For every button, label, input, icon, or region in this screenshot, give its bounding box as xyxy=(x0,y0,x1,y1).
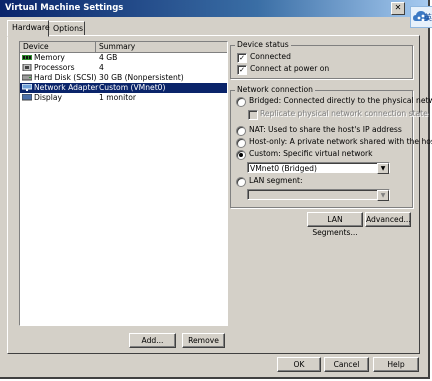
device-status-group: Device status ✓ Connected ✓ Connect at p… xyxy=(230,40,413,79)
device-list[interactable]: Device Summary Memory 4 GB Processors 4 … xyxy=(19,41,228,326)
ime-indicator: 英 xyxy=(424,13,432,22)
device-name: Hard Disk (SCSI) xyxy=(34,73,97,82)
host-only-radio[interactable] xyxy=(236,138,246,148)
ok-button[interactable]: OK xyxy=(277,357,321,372)
lan-segment-select[interactable]: ▼ xyxy=(247,189,390,201)
bridged-label[interactable]: Bridged: Connected directly to the physi… xyxy=(249,96,432,105)
lan-segments-button[interactable]: LAN Segments... xyxy=(307,212,363,237)
hardware-panel: Device Summary Memory 4 GB Processors 4 … xyxy=(7,35,432,354)
column-summary[interactable]: Summary xyxy=(96,42,227,52)
device-summary: 1 monitor xyxy=(99,93,136,102)
device-name: Processors xyxy=(34,63,75,72)
add-button[interactable]: Add... xyxy=(129,333,176,348)
display-icon xyxy=(21,93,33,101)
nat-radio[interactable] xyxy=(236,126,246,136)
device-name: Memory xyxy=(34,53,65,62)
close-button[interactable]: ✕ xyxy=(391,2,405,15)
title-bar[interactable]: Virtual Machine Settings ✕ xyxy=(0,0,428,17)
processor-icon xyxy=(22,63,32,72)
help-button[interactable]: Help xyxy=(373,357,419,372)
tab-hardware[interactable]: Hardware xyxy=(7,20,50,37)
tab-options[interactable]: Options xyxy=(48,21,85,36)
virtual-machine-settings-window: Virtual Machine Settings ✕ 英 Hardware Op… xyxy=(0,0,432,379)
column-device[interactable]: Device xyxy=(20,42,96,52)
device-summary: 4 GB xyxy=(99,53,118,62)
connect-at-power-on-checkbox[interactable]: ✓ xyxy=(237,65,247,75)
connected-checkbox[interactable]: ✓ xyxy=(237,53,247,63)
device-status-title: Device status xyxy=(235,40,291,49)
bridged-radio[interactable] xyxy=(236,97,246,107)
device-summary: 4 xyxy=(99,63,104,72)
connected-label[interactable]: Connected xyxy=(250,52,291,61)
custom-network-value: VMnet0 (Bridged) xyxy=(250,164,317,173)
network-connection-title: Network connection xyxy=(235,85,315,94)
advanced-button[interactable]: Advanced... xyxy=(365,212,411,227)
hard-disk-icon xyxy=(21,74,33,81)
device-row-hard-disk[interactable]: Hard Disk (SCSI) 30 GB (Nonpersistent) xyxy=(20,73,227,83)
lan-segment-label[interactable]: LAN segment: xyxy=(249,176,303,185)
device-summary: Custom (VMnet0) xyxy=(99,83,166,92)
host-only-label[interactable]: Host-only: A private network shared with… xyxy=(249,137,432,146)
replicate-state-label: Replicate physical network connection st… xyxy=(260,109,428,118)
chevron-down-icon[interactable]: ▼ xyxy=(377,163,389,174)
connect-at-power-on-label[interactable]: Connect at power on xyxy=(250,64,329,73)
replicate-state-checkbox[interactable] xyxy=(248,110,258,120)
custom-label[interactable]: Custom: Specific virtual network xyxy=(249,149,373,158)
device-row-processors[interactable]: Processors 4 xyxy=(20,63,227,73)
network-connection-group: Network connection Bridged: Connected di… xyxy=(230,85,432,208)
lan-segment-radio[interactable] xyxy=(236,177,246,187)
device-row-display[interactable]: Display 1 monitor xyxy=(20,93,227,103)
window-title: Virtual Machine Settings xyxy=(5,3,124,13)
cancel-button[interactable]: Cancel xyxy=(324,357,369,372)
network-adapter-icon xyxy=(21,83,33,91)
device-name: Network Adapter xyxy=(34,83,99,92)
custom-radio[interactable] xyxy=(236,150,246,160)
chevron-down-icon[interactable]: ▼ xyxy=(377,190,389,201)
device-summary: 30 GB (Nonpersistent) xyxy=(99,73,184,82)
device-name: Display xyxy=(34,93,62,102)
nat-label[interactable]: NAT: Used to share the host's IP address xyxy=(249,125,402,134)
remove-button[interactable]: Remove xyxy=(182,333,225,348)
device-list-header: Device Summary xyxy=(20,42,227,53)
custom-network-select[interactable]: VMnet0 (Bridged) ▼ xyxy=(247,162,390,174)
memory-icon xyxy=(22,54,32,61)
device-row-memory[interactable]: Memory 4 GB xyxy=(20,53,227,63)
device-row-network-adapter[interactable]: Network Adapter Custom (VMnet0) xyxy=(20,83,227,93)
